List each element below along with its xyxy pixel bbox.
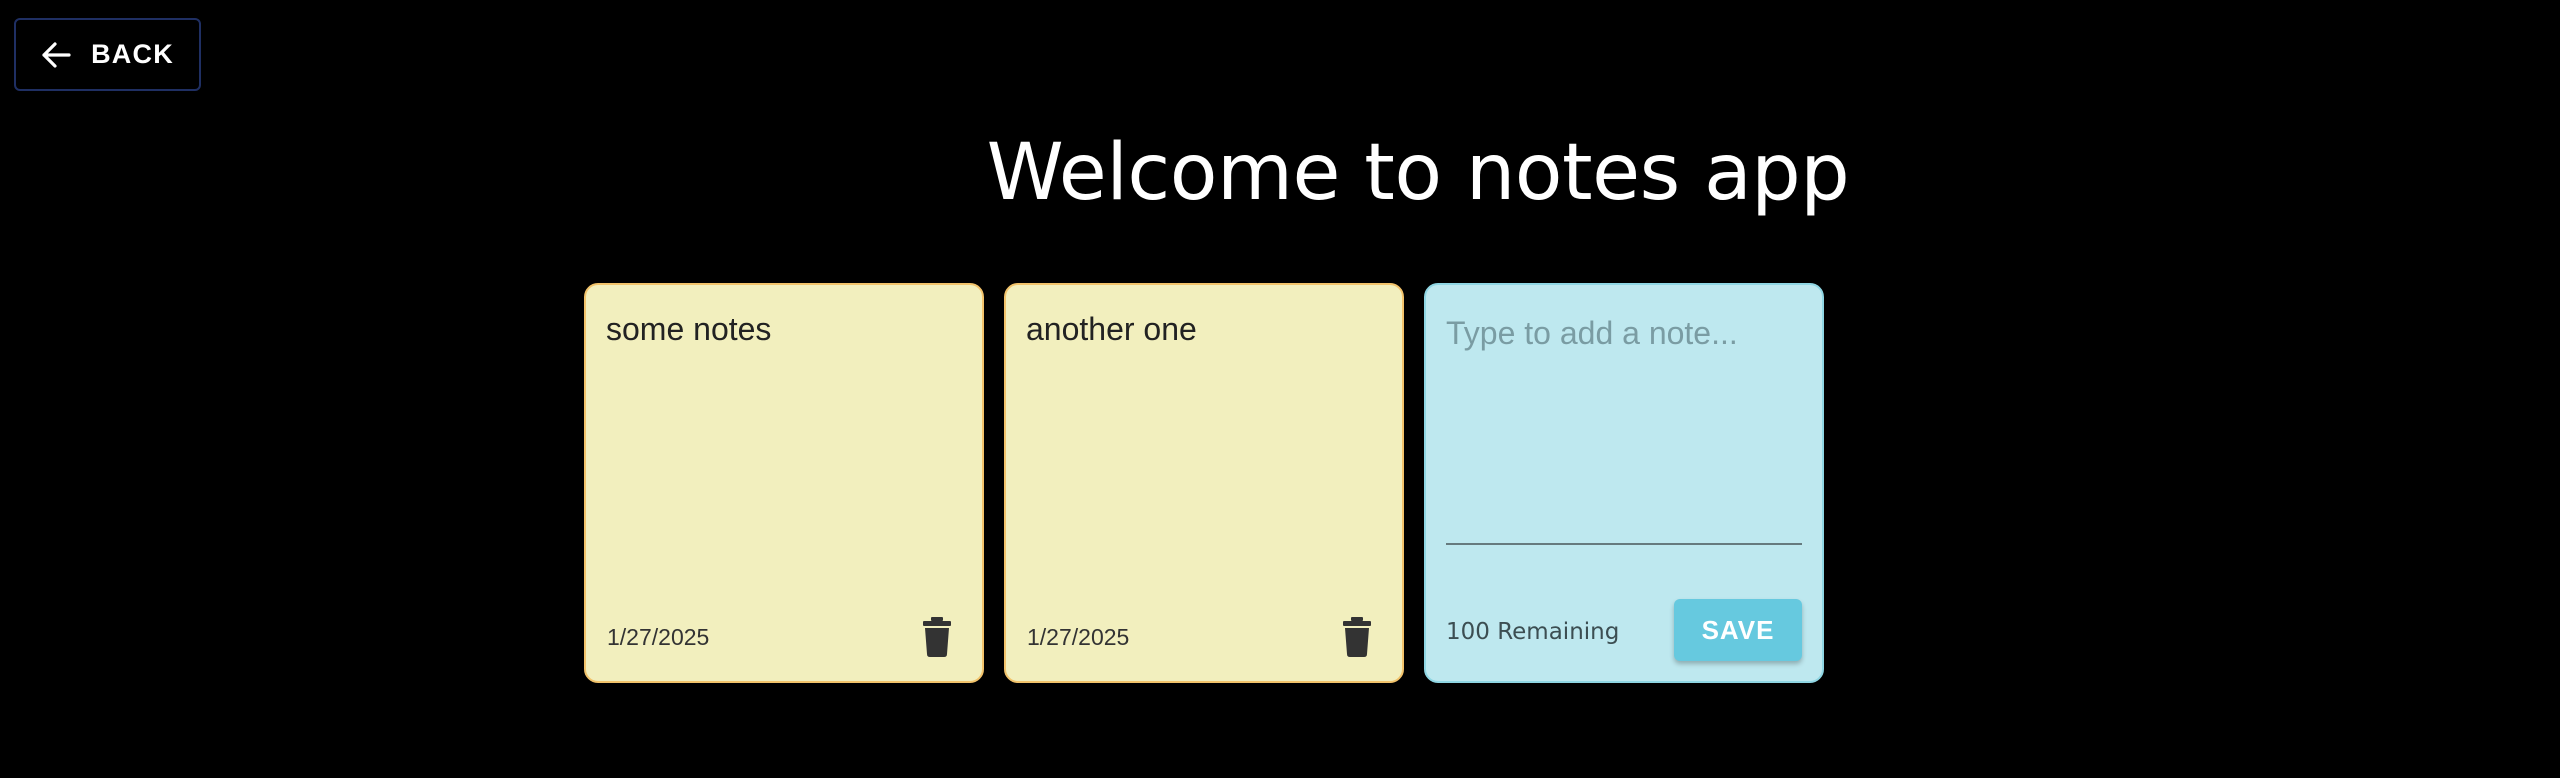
remaining-count: 100 Remaining [1446,619,1620,645]
note-text: some notes [606,311,772,347]
note-text: another one [1026,311,1197,347]
page-title: Welcome to notes app [986,128,1850,218]
back-button-label: BACK [91,39,174,69]
back-button[interactable]: BACK [14,18,201,91]
trash-icon[interactable] [922,617,952,657]
note-date: 1/27/2025 [1027,624,1130,650]
new-note-card: 100 Remaining SAVE [1424,283,1824,683]
notes-page: BACK Welcome to notes app some notes 1/2… [0,0,2560,778]
note-date: 1/27/2025 [607,624,710,650]
new-note-input[interactable] [1446,315,1802,545]
note-card: some notes 1/27/2025 [584,283,984,683]
arrow-left-icon [41,41,71,69]
save-button[interactable]: SAVE [1674,599,1802,661]
trash-icon[interactable] [1342,617,1372,657]
note-card: another one 1/27/2025 [1004,283,1404,683]
notes-grid: some notes 1/27/2025 another one 1/27/20… [584,283,1824,683]
